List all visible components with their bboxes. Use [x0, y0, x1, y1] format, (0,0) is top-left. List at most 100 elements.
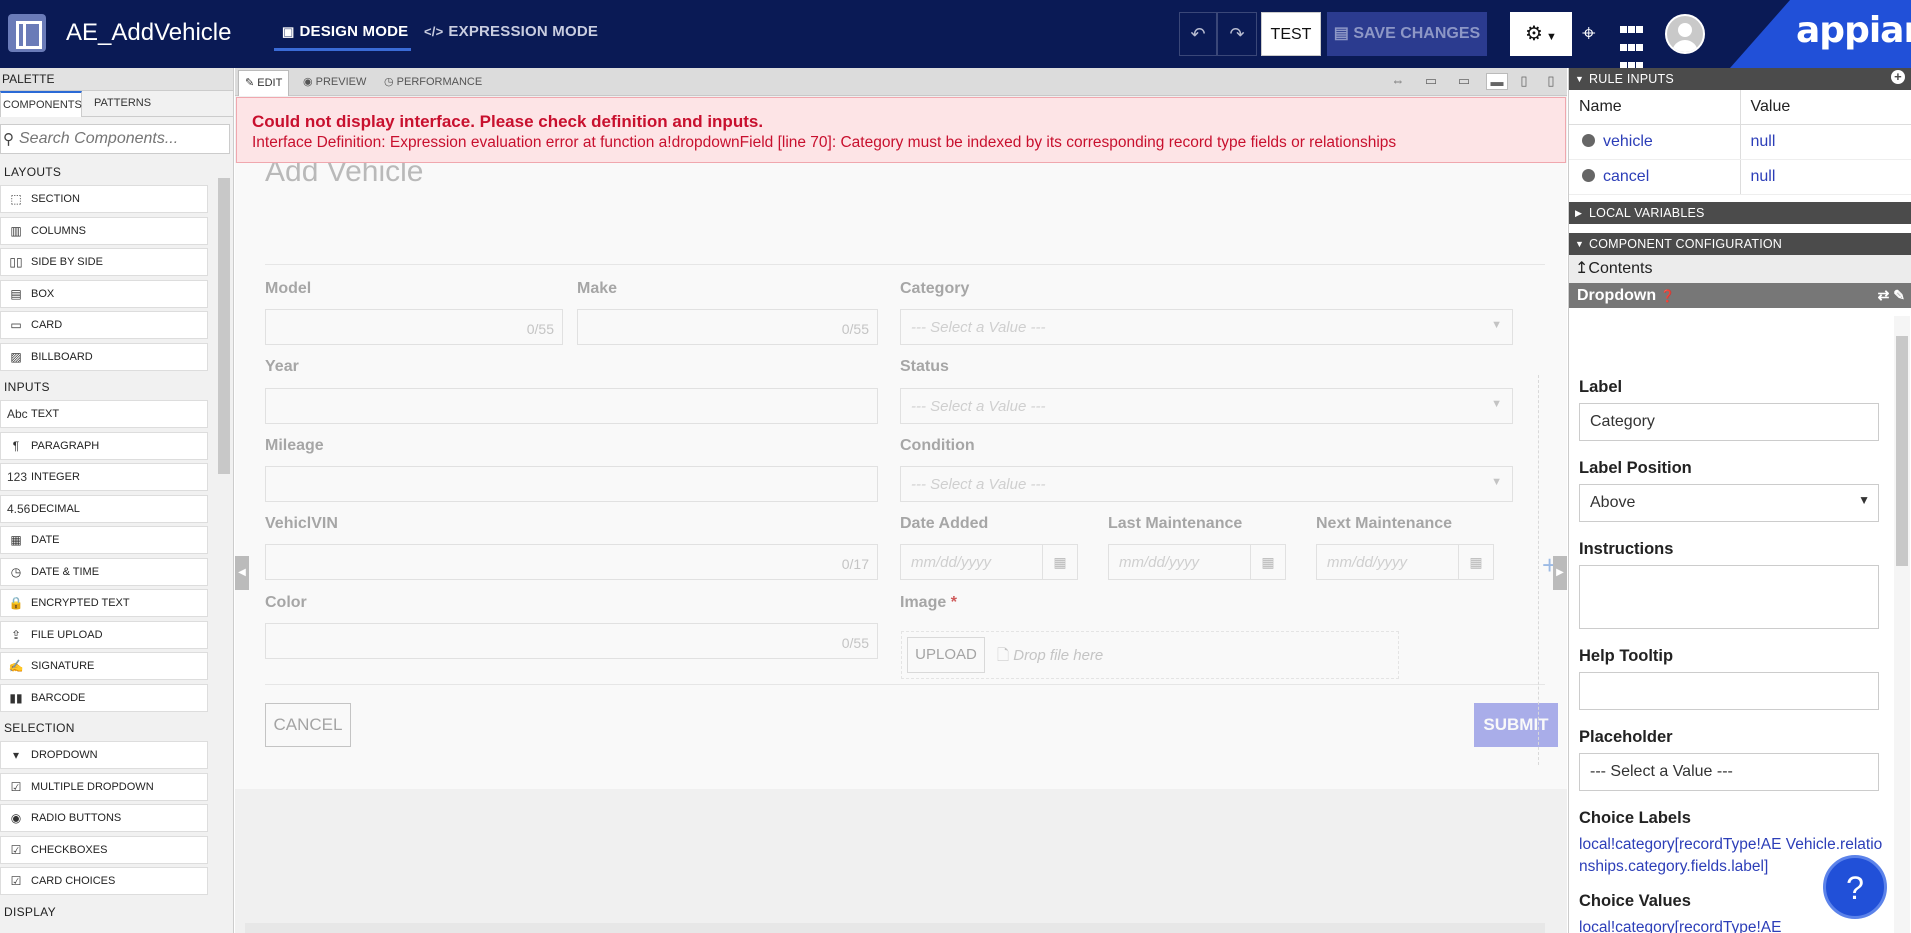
palette-item-text[interactable]: Abc TEXT	[0, 400, 208, 428]
settings-button[interactable]: ⚙ ▼	[1510, 12, 1572, 56]
fit-width-icon[interactable]: ⇔	[1387, 73, 1409, 90]
search-input[interactable]	[19, 129, 224, 149]
palette-scroll-thumb[interactable]	[218, 178, 230, 474]
desktop-icon[interactable]: ▭	[1453, 73, 1475, 90]
status-dropdown[interactable]: --- Select a Value --- ▼	[900, 388, 1513, 424]
globe-search-icon[interactable]: ⌖	[1582, 20, 1596, 48]
test-button[interactable]: TEST	[1261, 12, 1321, 56]
palette-item-columns[interactable]: ▥ COLUMNS	[0, 216, 208, 245]
color-input[interactable]: 0/55	[265, 623, 878, 659]
upload-button[interactable]: UPLOAD	[907, 637, 985, 673]
redo-button[interactable]: ↷	[1217, 12, 1257, 56]
rule-input-row[interactable]: cancel null	[1569, 159, 1911, 195]
tab-performance[interactable]: ◷ PERFORMANCE	[384, 75, 482, 88]
phone-icon[interactable]: ▯	[1540, 73, 1562, 90]
palette-item-encrypted-text[interactable]: 🔒 ENCRYPTED TEXT	[0, 589, 208, 617]
expression-mode-tab[interactable]: </> EXPRESSION MODE	[424, 23, 598, 40]
mileage-input[interactable]	[265, 466, 878, 502]
tab-edit[interactable]: ✎ EDIT	[238, 70, 290, 96]
tab-components[interactable]: COMPONENTS	[0, 91, 82, 117]
desktop-wide-icon[interactable]: ▭	[1420, 73, 1442, 90]
palette-item-date[interactable]: ▦ DATE	[0, 526, 208, 554]
palette-item-decimal[interactable]: 4.56 DECIMAL	[0, 494, 208, 523]
rule-input-name[interactable]: cancel	[1569, 159, 1741, 195]
date-added-input[interactable]: mm/dd/yyyy ▦	[900, 544, 1078, 580]
rule-input-name[interactable]: vehicle	[1569, 124, 1741, 160]
palette-item-integer[interactable]: 123 INTEGER	[0, 463, 208, 491]
vin-input[interactable]: 0/17	[265, 544, 878, 580]
local-variables-header[interactable]: ▶ LOCAL VARIABLES	[1569, 202, 1911, 224]
palette-item-dropdown[interactable]: ▾ DROPDOWN	[0, 741, 208, 769]
rule-input-value[interactable]: null	[1740, 124, 1911, 160]
palette-item-box[interactable]: ▤ BOX	[0, 279, 208, 308]
rule-input-row[interactable]: vehicle null	[1569, 124, 1911, 160]
palette-item-card[interactable]: ▭ CARD	[0, 311, 208, 339]
choice-values-expression[interactable]: local!category[recordType!AE	[1579, 917, 1889, 933]
palette-item-barcode[interactable]: ▮▮ BARCODE	[0, 683, 208, 712]
calendar-icon[interactable]: ▦	[1042, 544, 1078, 580]
component-configuration-header[interactable]: ▼ COMPONENT CONFIGURATION	[1569, 233, 1911, 255]
palette-section-display[interactable]: DISPLAY	[0, 899, 210, 925]
design-mode-tab[interactable]: ▣ DESIGN MODE	[273, 23, 412, 51]
collapse-config-handle[interactable]: ▶	[1553, 556, 1567, 590]
placeholder-input[interactable]: --- Select a Value ---	[1579, 753, 1879, 791]
config-scroll-thumb[interactable]	[1896, 336, 1908, 566]
checkboxes-icon: ☑	[10, 842, 22, 857]
palette-item-label: SIDE BY SIDE	[31, 256, 103, 268]
year-input[interactable]	[265, 388, 878, 424]
palette-item-signature[interactable]: ✍ SIGNATURE	[0, 652, 208, 680]
palette-item-side-by-side[interactable]: ▯▯ SIDE BY SIDE	[0, 248, 208, 276]
label-position-select[interactable]: Above ▼	[1579, 484, 1879, 522]
label-field-input[interactable]: Category	[1579, 403, 1879, 441]
calendar-icon[interactable]: ▦	[1458, 544, 1494, 580]
last-maintenance-input[interactable]: mm/dd/yyyy ▦	[1108, 544, 1286, 580]
palette-section-selection[interactable]: SELECTION	[0, 715, 210, 741]
palette-item-multiple-dropdown[interactable]: ☑ MULTIPLE DROPDOWN	[0, 772, 208, 801]
palette-item-card-choices[interactable]: ☑ CARD CHOICES	[0, 867, 208, 895]
palette-item-date-time[interactable]: ◷ DATE & TIME	[0, 557, 208, 586]
category-dropdown[interactable]: --- Select a Value --- ▼	[900, 309, 1513, 345]
palette-item-billboard[interactable]: ▨ BILLBOARD	[0, 342, 208, 371]
edit-expression-icon[interactable]: ✎	[1893, 287, 1905, 303]
canvas-horizontal-scrollbar[interactable]	[245, 923, 1545, 933]
contents-breadcrumb[interactable]: ↥Contents	[1569, 255, 1911, 283]
help-circle-icon[interactable]: ❓	[1660, 289, 1675, 303]
user-avatar[interactable]	[1665, 14, 1705, 54]
config-scrollbar[interactable]	[1894, 316, 1910, 933]
tab-patterns[interactable]: PATTERNS	[94, 97, 151, 109]
palette-section-layouts[interactable]: LAYOUTS	[0, 159, 210, 185]
next-maintenance-input[interactable]: mm/dd/yyyy ▦	[1316, 544, 1494, 580]
swap-icon[interactable]: ⇄	[1878, 287, 1890, 303]
add-rule-input-icon[interactable]: +	[1891, 70, 1905, 84]
palette-item-label: INTEGER	[31, 471, 80, 483]
file-upload-area[interactable]: UPLOAD 🗋 Drop file here	[901, 631, 1399, 679]
palette-section-inputs[interactable]: INPUTS	[0, 374, 210, 400]
help-tooltip-input[interactable]	[1579, 672, 1879, 710]
palette-scrollbar[interactable]	[216, 168, 230, 933]
tab-preview[interactable]: ◉ PREVIEW	[303, 75, 366, 88]
palette-item-file-upload[interactable]: ⇪ FILE UPLOAD	[0, 620, 208, 649]
undo-button[interactable]: ↶	[1179, 12, 1217, 56]
palette-item-label: FILE UPLOAD	[31, 628, 103, 641]
make-input[interactable]: 0/55	[577, 309, 878, 345]
instructions-textarea[interactable]	[1579, 565, 1879, 629]
condition-dropdown[interactable]: --- Select a Value --- ▼	[900, 466, 1513, 502]
palette-item-radio-buttons[interactable]: ◉ RADIO BUTTONS	[0, 804, 208, 832]
monitor-icon[interactable]: ▬	[1486, 73, 1508, 90]
app-grid-icon[interactable]	[1620, 22, 1648, 69]
help-question-button[interactable]: ?	[1823, 855, 1887, 919]
form-cancel-button[interactable]: CANCEL	[265, 703, 351, 747]
component-search[interactable]: ⚲	[0, 124, 230, 154]
collapse-palette-handle[interactable]: ◀	[235, 556, 249, 590]
interface-app-icon[interactable]	[8, 14, 46, 52]
palette-item-checkboxes[interactable]: ☑ CHECKBOXES	[0, 835, 208, 864]
tablet-icon[interactable]: ▯	[1513, 73, 1535, 90]
rule-input-value[interactable]: null	[1740, 159, 1911, 195]
model-input[interactable]: 0/55	[265, 309, 563, 345]
palette-item-section[interactable]: ⬚ SECTION	[0, 185, 208, 213]
save-changes-button[interactable]: ▤ SAVE CHANGES	[1327, 12, 1487, 56]
calendar-icon[interactable]: ▦	[1250, 544, 1286, 580]
palette-item-paragraph[interactable]: ¶ PARAGRAPH	[0, 431, 208, 460]
rule-inputs-header[interactable]: ▼ RULE INPUTS +	[1569, 68, 1911, 90]
drop-file-hint: 🗋 Drop file here	[997, 645, 1103, 670]
